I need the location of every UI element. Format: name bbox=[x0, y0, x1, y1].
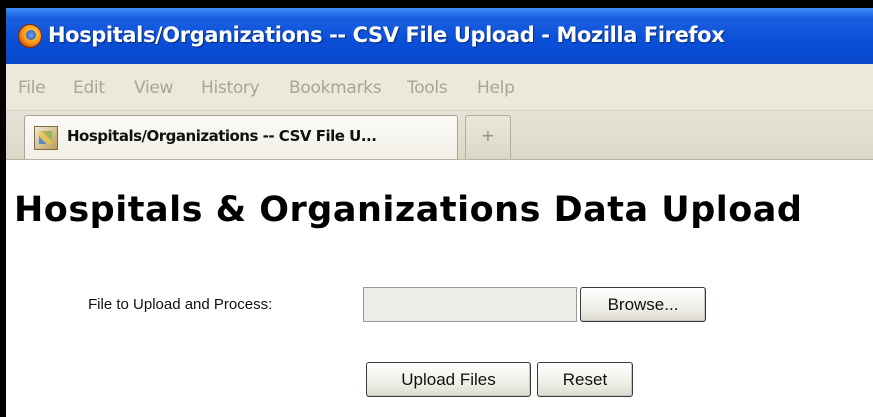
firefox-icon bbox=[18, 24, 42, 48]
menu-bar: File Edit View History Bookmarks Tools H… bbox=[6, 64, 873, 111]
menu-help[interactable]: Help bbox=[477, 78, 515, 98]
tab-label: Hospitals/Organizations -- CSV File U... bbox=[67, 127, 377, 145]
browse-button[interactable]: Browse... bbox=[580, 287, 706, 322]
title-bar[interactable]: Hospitals/Organizations -- CSV File Uplo… bbox=[6, 8, 873, 64]
browser-window: Hospitals/Organizations -- CSV File Uplo… bbox=[6, 8, 873, 417]
upload-files-button[interactable]: Upload Files bbox=[366, 362, 531, 397]
menu-bookmarks[interactable]: Bookmarks bbox=[289, 78, 382, 98]
page-favicon bbox=[34, 126, 58, 150]
file-upload-label: File to Upload and Process: bbox=[88, 296, 273, 313]
menu-edit[interactable]: Edit bbox=[73, 78, 105, 98]
page-content: Hospitals & Organizations Data Upload Fi… bbox=[6, 160, 873, 417]
menu-view[interactable]: View bbox=[134, 78, 173, 98]
plus-icon: + bbox=[481, 126, 495, 145]
menu-history[interactable]: History bbox=[201, 78, 260, 98]
new-tab-button[interactable]: + bbox=[465, 115, 511, 159]
menu-file[interactable]: File bbox=[18, 78, 46, 98]
reset-button[interactable]: Reset bbox=[537, 362, 633, 397]
tab-bar: Hospitals/Organizations -- CSV File U...… bbox=[6, 111, 873, 160]
page-title: Hospitals & Organizations Data Upload bbox=[14, 190, 803, 230]
menu-tools[interactable]: Tools bbox=[407, 78, 448, 98]
file-path-input[interactable] bbox=[363, 287, 577, 322]
window-title: Hospitals/Organizations -- CSV File Uplo… bbox=[48, 23, 725, 47]
tab-current[interactable]: Hospitals/Organizations -- CSV File U... bbox=[24, 115, 458, 159]
